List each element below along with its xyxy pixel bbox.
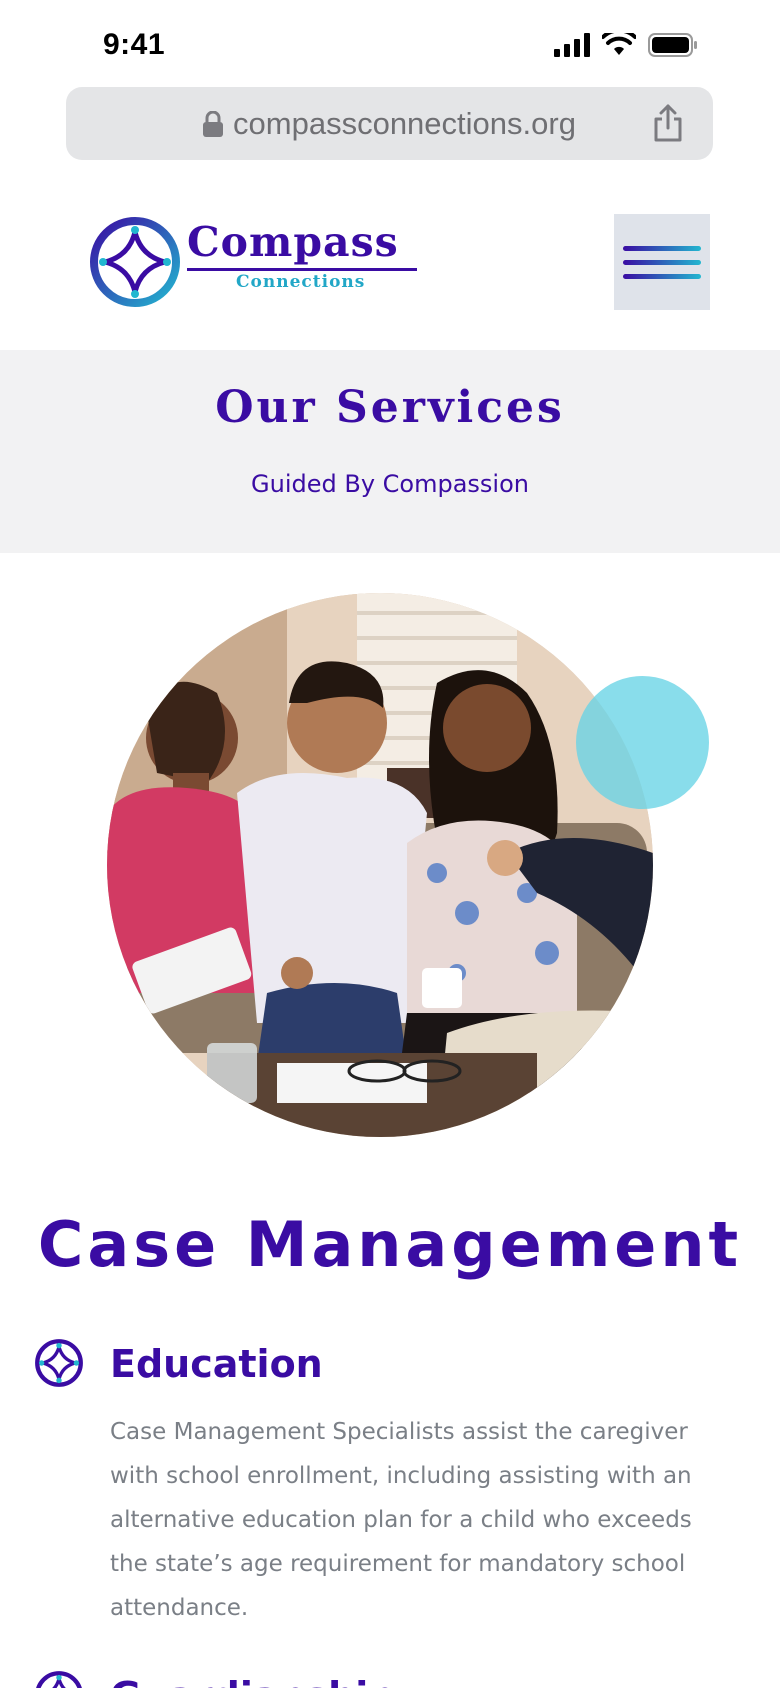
status-time: 9:41 xyxy=(103,28,166,61)
share-icon[interactable] xyxy=(653,104,683,142)
section-heading: Case Management xyxy=(37,1208,743,1281)
page-subtitle: Guided By Compassion xyxy=(251,470,529,498)
wifi-icon xyxy=(602,33,636,55)
decorative-accent-circle xyxy=(576,676,709,809)
logo-subtitle: Connections xyxy=(236,272,366,292)
menu-line xyxy=(623,259,701,265)
services-banner: Our Services Guided By Compassion xyxy=(0,350,780,553)
hamburger-menu-icon[interactable] xyxy=(614,214,710,310)
site-header: Compass Connections xyxy=(0,195,780,350)
family-with-counselor-photo xyxy=(107,593,653,1137)
lock-icon xyxy=(203,110,224,137)
compass-bullet-icon xyxy=(36,1671,82,1688)
service-item-title: Education xyxy=(110,1342,323,1386)
address-bar-content: compassconnections.org xyxy=(66,87,713,160)
menu-line xyxy=(623,273,701,279)
service-item-title: Guardianship xyxy=(110,1674,395,1688)
compass-bullet-icon xyxy=(35,1339,83,1387)
battery-icon xyxy=(648,33,697,57)
service-item-description: Case Management Specialists assist the c… xyxy=(110,1419,692,1621)
hero-photo xyxy=(107,593,653,1137)
page-title: Our Services xyxy=(215,382,565,433)
address-bar[interactable]: compassconnections.org xyxy=(66,87,713,160)
compass-logo-icon xyxy=(90,217,180,307)
signal-icon xyxy=(554,33,590,57)
logo-wordmark: Compass xyxy=(187,218,399,266)
logo-rule xyxy=(187,268,417,271)
url-text: compassconnections.org xyxy=(233,105,576,141)
menu-line xyxy=(623,245,701,251)
status-bar: 9:41 xyxy=(0,0,780,90)
site-logo[interactable]: Compass Connections xyxy=(89,216,424,308)
status-icons xyxy=(554,33,698,57)
